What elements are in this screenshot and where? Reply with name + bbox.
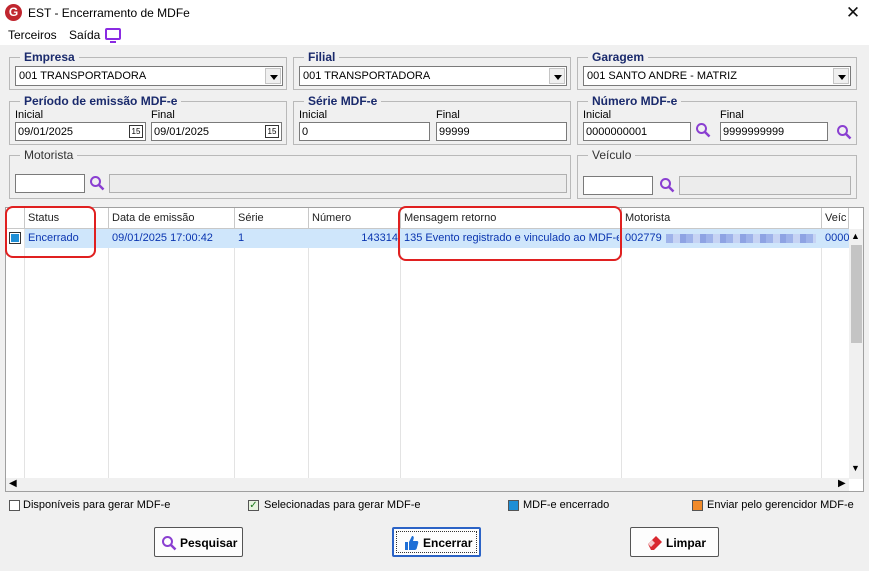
periodo-inicial-label: Inicial <box>15 109 44 121</box>
empresa-label: Empresa <box>20 50 79 64</box>
thumbs-up-icon <box>405 536 419 550</box>
numero-final-value: 9999999999 <box>723 126 785 138</box>
serie-inicial-label: Inicial <box>299 109 328 121</box>
menu-terceiros[interactable]: Terceiros <box>8 28 57 42</box>
legend-selected-check-icon: ✓ <box>248 500 259 511</box>
column-data-emissao[interactable]: Data de emissão <box>109 208 235 229</box>
limpar-label: Limpar <box>666 536 707 550</box>
highlight-mensagem <box>398 206 622 261</box>
numero-final-input[interactable]: 9999999999 <box>720 122 828 141</box>
grid-divider <box>24 229 25 479</box>
garagem-select[interactable]: 001 SANTO ANDRE - MATRIZ <box>583 66 851 86</box>
cell-data-emissao: 09/01/2025 17:00:42 <box>112 232 213 244</box>
periodo-final-label: Final <box>151 109 175 121</box>
serie-final-value: 99999 <box>439 126 470 138</box>
horizontal-scrollbar[interactable] <box>6 478 849 491</box>
pesquisar-button[interactable]: Pesquisar <box>154 527 243 557</box>
motorista-label: Motorista <box>20 148 78 162</box>
cell-motorista: 002779 <box>625 232 662 244</box>
menu-saida[interactable]: Saída <box>69 28 100 42</box>
motorista-code-input[interactable] <box>15 174 85 193</box>
cell-veiculo: 0000 <box>825 232 849 244</box>
garagem-value: 001 SANTO ANDRE - MATRIZ <box>587 70 737 82</box>
serie-inicial-input[interactable]: 0 <box>299 122 430 141</box>
scroll-right-icon[interactable]: ▶ <box>838 478 846 489</box>
empresa-select[interactable]: 001 TRANSPORTADORA <box>15 66 283 86</box>
column-numero[interactable]: Número <box>309 208 401 229</box>
periodo-inicial-value: 09/01/2025 <box>18 126 74 138</box>
serie-label: Série MDF-e <box>304 94 382 108</box>
grid-divider <box>621 229 622 479</box>
column-serie[interactable]: Série <box>235 208 309 229</box>
periodo-final-value: 09/01/2025 <box>154 126 210 138</box>
highlight-status <box>5 206 96 258</box>
eraser-icon <box>648 536 662 550</box>
column-veiculo[interactable]: Veíc <box>822 208 849 229</box>
periodo-inicial-input[interactable]: 09/01/2025 15 <box>15 122 146 141</box>
grid-divider <box>308 229 309 479</box>
veiculo-desc-field <box>679 176 851 195</box>
numero-inicial-label: Inicial <box>583 109 612 121</box>
search-icon[interactable] <box>695 122 711 138</box>
chevron-down-icon[interactable] <box>833 68 849 84</box>
empresa-value: 001 TRANSPORTADORA <box>19 70 147 82</box>
search-icon <box>162 536 177 551</box>
grid-divider <box>108 229 109 479</box>
chevron-down-icon[interactable] <box>265 68 281 84</box>
scroll-left-icon[interactable]: ◀ <box>9 478 17 489</box>
search-icon[interactable] <box>659 177 675 193</box>
close-icon[interactable]: ✕ <box>842 2 864 24</box>
calendar-icon[interactable]: 15 <box>265 125 279 138</box>
garagem-label: Garagem <box>588 50 649 64</box>
legend-manager-label: Enviar pelo gerencidor MDF-e <box>707 499 854 511</box>
cell-serie: 1 <box>238 232 245 244</box>
filial-select[interactable]: 001 TRANSPORTADORA <box>299 66 567 86</box>
serie-inicial-value: 0 <box>302 126 309 138</box>
limpar-button[interactable]: Limpar <box>630 527 719 557</box>
serie-final-input[interactable]: 99999 <box>436 122 567 141</box>
numero-label: Número MDF-e <box>588 94 682 108</box>
blurred-name <box>666 234 816 243</box>
filial-label: Filial <box>304 50 340 64</box>
legend-available-swatch <box>9 500 20 511</box>
grid-divider <box>234 229 235 479</box>
motorista-name-field <box>109 174 567 193</box>
encerrar-label: Encerrar <box>423 536 473 550</box>
legend-available-label: Disponíveis para gerar MDF-e <box>23 499 171 511</box>
pesquisar-label: Pesquisar <box>180 536 238 550</box>
numero-final-label: Final <box>720 109 744 121</box>
menu-bar <box>0 26 869 45</box>
cell-numero: 143314 <box>361 232 398 244</box>
grid-divider <box>400 229 401 479</box>
legend-manager-swatch <box>692 500 703 511</box>
search-icon[interactable] <box>836 124 852 140</box>
grid-divider <box>821 229 822 479</box>
legend-selected-label: Selecionadas para gerar MDF-e <box>264 499 421 511</box>
column-motorista[interactable]: Motorista <box>622 208 822 229</box>
scroll-thumb[interactable] <box>851 245 862 343</box>
filial-value: 001 TRANSPORTADORA <box>303 70 431 82</box>
scroll-up-icon[interactable]: ▲ <box>851 231 860 241</box>
legend-closed-label: MDF-e encerrado <box>523 499 610 511</box>
legend-closed-swatch <box>508 500 519 511</box>
veiculo-label: Veículo <box>588 148 636 162</box>
serie-final-label: Final <box>436 109 460 121</box>
numero-inicial-input[interactable]: 0000000001 <box>583 122 691 141</box>
calendar-icon[interactable]: 15 <box>129 125 143 138</box>
monitor-icon[interactable] <box>105 28 121 43</box>
veiculo-code-input[interactable] <box>583 176 653 195</box>
window-title: EST - Encerramento de MDFe <box>28 6 190 20</box>
app-logo-icon: G <box>5 4 22 21</box>
search-icon[interactable] <box>89 175 105 191</box>
periodo-final-input[interactable]: 09/01/2025 15 <box>151 122 282 141</box>
scroll-down-icon[interactable]: ▼ <box>851 463 860 473</box>
periodo-label: Período de emissão MDF-e <box>20 94 182 108</box>
numero-inicial-value: 0000000001 <box>586 126 648 138</box>
encerrar-button[interactable]: Encerrar <box>392 527 481 557</box>
chevron-down-icon[interactable] <box>549 68 565 84</box>
